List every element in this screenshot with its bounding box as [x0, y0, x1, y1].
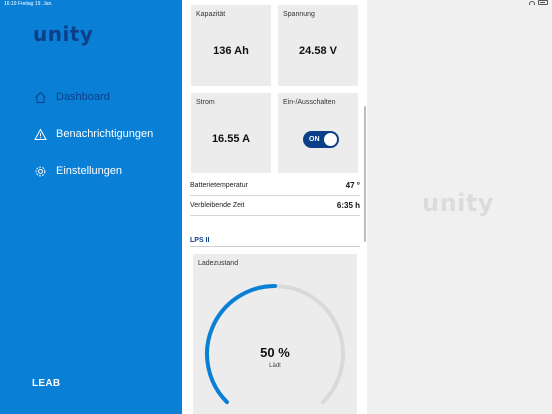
card-ein-aus: Ein-/Ausschalten ON	[278, 93, 358, 173]
section-divider	[190, 246, 360, 247]
card-spannung: Spannung 24.58 V	[278, 5, 358, 86]
gear-icon	[33, 164, 47, 178]
scrollbar[interactable]	[364, 106, 366, 242]
row-battery-temperature: Batterietemperatur 47 °	[190, 179, 360, 196]
detail-placeholder: unity	[367, 0, 552, 414]
card-ladezustand: Ladezustand 50 % Lädt	[193, 254, 357, 414]
divider	[190, 215, 360, 216]
sidebar-item-dashboard[interactable]: Dashboard	[33, 88, 110, 106]
row-value: 47 °	[345, 181, 360, 190]
wifi-icon	[529, 0, 535, 5]
sidebar-item-label: Einstellungen	[56, 165, 123, 177]
charge-gauge	[205, 284, 345, 405]
card-label: Ein-/Ausschalten	[283, 99, 336, 106]
power-toggle[interactable]: ON	[303, 131, 339, 148]
card-value: 24.58 V	[299, 45, 337, 57]
card-value: 16.55 A	[211, 133, 251, 145]
app-logo: unity	[33, 22, 94, 46]
section-title: LPS II	[190, 237, 210, 244]
status-indicators	[529, 0, 548, 5]
divider	[190, 195, 360, 196]
toggle-label: ON	[309, 136, 320, 143]
card-label: Spannung	[283, 11, 315, 18]
battery-icon	[538, 0, 548, 5]
sidebar-item-settings[interactable]: Einstellungen	[33, 162, 122, 180]
card-value: 136 Ah	[213, 45, 249, 57]
warning-icon	[33, 127, 47, 141]
gauge-status: Lädt	[269, 363, 281, 369]
sidebar: unity Dashboard Benachrichtigungen Einst…	[0, 0, 182, 414]
row-label: Verbleibende Zeit	[190, 202, 245, 209]
toggle-knob	[324, 133, 337, 146]
card-label: Kapazität	[196, 11, 226, 18]
card-label: Strom	[196, 99, 215, 106]
row-value: 6:35 h	[336, 201, 360, 210]
row-label: Batterietemperatur	[190, 182, 248, 189]
sidebar-item-label: Dashboard	[56, 91, 110, 103]
watermark-logo: unity	[422, 189, 495, 217]
card-kapazitaet: Kapazität 136 Ah	[191, 5, 271, 86]
status-bar: 16:19 Freitag 19. Jan.	[0, 0, 552, 9]
card-strom: Strom 16.55 A	[191, 93, 271, 173]
row-remaining-time: Verbleibende Zeit 6:35 h	[190, 199, 360, 216]
brand-logo: LEAB	[32, 378, 61, 389]
home-icon	[33, 90, 47, 104]
sidebar-item-label: Benachrichtigungen	[56, 128, 154, 140]
dashboard-panel: Kapazität 136 Ah Spannung 24.58 V Strom …	[182, 0, 367, 414]
gauge-value: 50 %	[260, 345, 290, 360]
sidebar-item-notifications[interactable]: Benachrichtigungen	[33, 125, 153, 143]
status-time-date: 16:19 Freitag 19. Jan.	[4, 1, 53, 7]
